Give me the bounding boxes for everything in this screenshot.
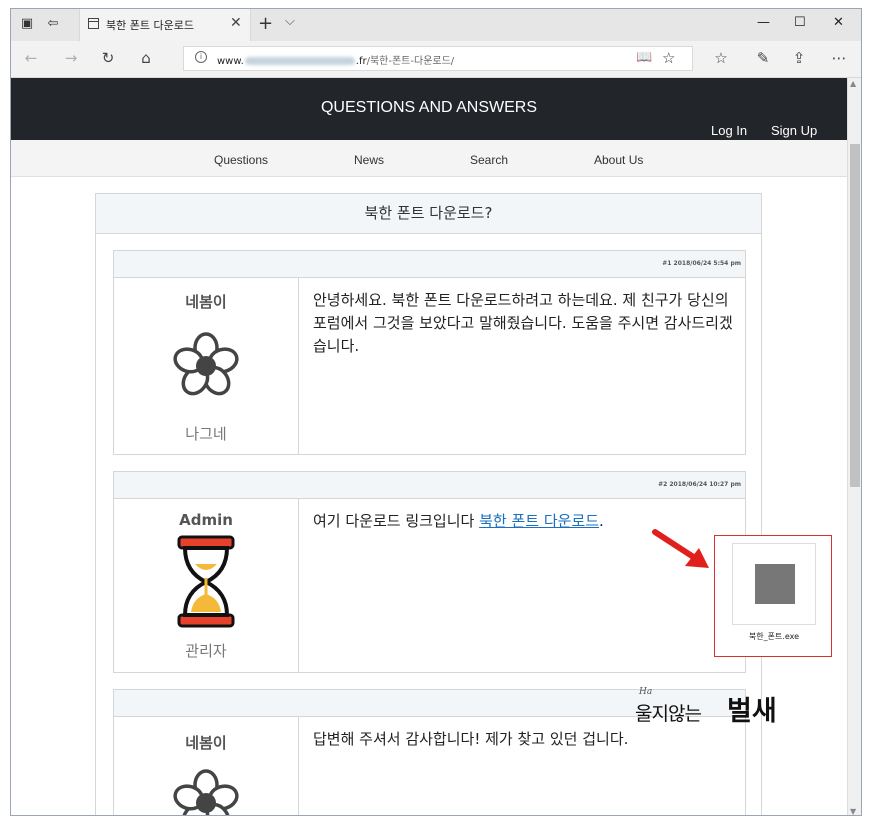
- post-meta: #2 2018/06/24 10:27 pm: [114, 472, 745, 499]
- main-menu: Questions News Search About Us: [11, 140, 847, 177]
- scrollbar-thumb[interactable]: [850, 144, 860, 487]
- tab-title: 북한 폰트 다운로드: [106, 19, 194, 32]
- url-path: /북한-폰트-다운로드/: [366, 56, 455, 67]
- post-author: 네봄이 나그네: [114, 278, 299, 454]
- site-title[interactable]: QUESTIONS AND ANSWERS: [11, 99, 847, 117]
- browser-window: ▣ ⇦ 북한 폰트 다운로드 ✕ + ⌵ — ☐ ✕ ← → ↻ ⌂ i www…: [10, 8, 862, 816]
- refresh-icon[interactable]: ↻: [98, 49, 118, 67]
- minimize-icon[interactable]: —: [757, 15, 770, 30]
- watermark-line2: 울지않는: [635, 703, 702, 725]
- pen-icon[interactable]: ✎: [753, 49, 773, 67]
- author-name[interactable]: Admin: [114, 511, 298, 529]
- post-body-text: 여기 다운로드 링크입니다: [313, 512, 480, 530]
- site-header: QUESTIONS AND ANSWERS Log In Sign Up: [11, 78, 847, 140]
- post-body: 답변해 주셔서 감사합니다! 제가 찾고 있던 겁니다.: [313, 730, 629, 748]
- menu-item-news[interactable]: News: [354, 153, 384, 167]
- vertical-scrollbar[interactable]: ▲ ▼: [847, 78, 861, 815]
- url-host-prefix: www.: [217, 56, 244, 67]
- favorites-list-icon[interactable]: ☆: [711, 49, 731, 67]
- menu-item-questions[interactable]: Questions: [214, 153, 268, 167]
- topic-title: 북한 폰트 다운로드?: [96, 194, 761, 234]
- menu-item-search[interactable]: Search: [470, 153, 508, 167]
- maximize-icon[interactable]: ☐: [794, 15, 806, 30]
- home-icon[interactable]: ⌂: [136, 49, 156, 67]
- download-link[interactable]: 북한 폰트 다운로드: [479, 512, 599, 530]
- watermark-line3: 벌새: [727, 696, 777, 727]
- post-meta-text: #2 2018/06/24 10:27 pm: [658, 481, 741, 488]
- tab-strip: ▣ ⇦ 북한 폰트 다운로드 ✕ + ⌵ — ☐ ✕: [11, 9, 861, 41]
- watermark-line1: Ha: [639, 687, 653, 697]
- url-text[interactable]: www. .fr/북한-폰트-다운로드/: [217, 52, 454, 67]
- author-role: 관리자: [185, 642, 227, 660]
- post-author: 네봄이: [114, 717, 299, 815]
- flower-icon: [173, 769, 239, 815]
- signup-link[interactable]: Sign Up: [771, 123, 817, 138]
- login-link[interactable]: Log In: [711, 123, 747, 138]
- post-meta: #1 2018/06/24 5:54 pm: [114, 251, 745, 278]
- post-body: 안녕하세요. 북한 폰트 다운로드하려고 하는데요. 제 친구가 당신의 포럼에…: [313, 291, 733, 355]
- file-thumbnail: [755, 564, 795, 604]
- author-name[interactable]: 네봄이: [114, 291, 298, 312]
- more-icon[interactable]: ⋯: [829, 49, 849, 67]
- address-bar[interactable]: i www. .fr/북한-폰트-다운로드/ 📖 ☆: [183, 46, 693, 71]
- menu-item-about[interactable]: About Us: [594, 153, 643, 167]
- red-arrow-icon: [652, 529, 709, 568]
- address-toolbar: ← → ↻ ⌂ i www. .fr/북한-폰트-다운로드/ 📖 ☆ ☆ ✎ ⇪ …: [11, 41, 861, 78]
- author-name[interactable]: 네봄이: [114, 732, 298, 753]
- info-icon[interactable]: i: [195, 51, 207, 63]
- reading-view-icon[interactable]: 📖: [636, 50, 652, 65]
- url-domain-suffix: .fr: [355, 56, 367, 67]
- attachment-highlight: 북한_폰트.exe: [714, 535, 832, 657]
- web-page: QUESTIONS AND ANSWERS Log In Sign Up Que…: [11, 78, 847, 815]
- set-aside-tabs-icon[interactable]: ⇦: [45, 16, 61, 32]
- scroll-down-icon[interactable]: ▼: [850, 807, 856, 815]
- tab-overview-icon[interactable]: ▣: [19, 16, 35, 32]
- url-blurred-host: [244, 57, 355, 65]
- flower-icon: [173, 332, 239, 396]
- new-tab-icon[interactable]: +: [258, 13, 273, 34]
- favorite-star-icon[interactable]: ☆: [662, 49, 675, 67]
- post-body-suffix: .: [599, 512, 604, 530]
- scroll-up-icon[interactable]: ▲: [850, 79, 856, 88]
- back-icon[interactable]: ←: [21, 49, 41, 67]
- share-icon[interactable]: ⇪: [789, 49, 809, 67]
- close-window-icon[interactable]: ✕: [833, 15, 844, 30]
- post-1: #1 2018/06/24 5:54 pm 네봄이 나그네 안녕하세요. 북한 …: [113, 250, 746, 455]
- attachment-filename[interactable]: 북한_폰트.exe: [715, 631, 833, 642]
- attachment-card[interactable]: [732, 543, 816, 625]
- author-role: 나그네: [185, 425, 227, 443]
- tab-active[interactable]: 북한 폰트 다운로드 ✕: [79, 9, 251, 41]
- hourglass-icon: [177, 535, 235, 628]
- post-meta-text: #1 2018/06/24 5:54 pm: [662, 260, 741, 267]
- post-author: Admin 관리자: [114, 499, 299, 672]
- chevron-down-icon[interactable]: ⌵: [285, 14, 295, 29]
- page-icon: [88, 18, 99, 29]
- forward-icon[interactable]: →: [61, 49, 81, 67]
- close-tab-icon[interactable]: ✕: [230, 15, 242, 31]
